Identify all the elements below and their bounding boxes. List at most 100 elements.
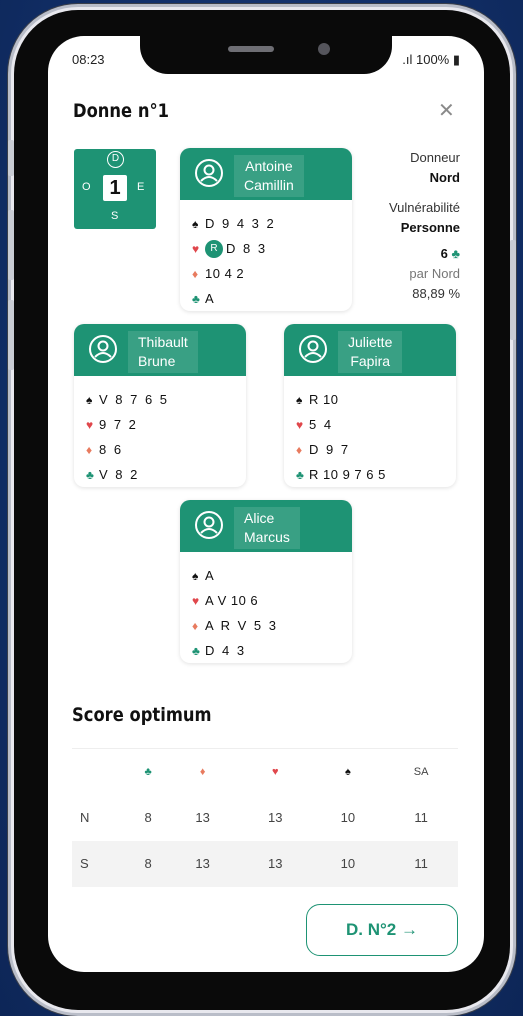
table-row: N 8 13 13 10 11 — [72, 795, 458, 841]
volume-up-button — [8, 210, 14, 280]
player-hand: ♠ D 9 4 3 2 ♥ R D 8 3 ♦ 10 4 2 ♣ A — [180, 200, 352, 311]
board-number: 1 — [103, 175, 127, 201]
score-table: ♣ ♦ ♥ ♠ SA N 8 13 13 10 11 S 8 13 13 10 … — [72, 748, 458, 887]
spades-cards: A — [205, 567, 216, 583]
player-header: Juliette Fapira — [284, 324, 456, 376]
player-last-name: Fapira — [350, 353, 391, 369]
diamonds-cards: D 9 7 — [309, 441, 351, 457]
volume-down-button — [8, 300, 14, 370]
player-north: Antoine Camillin ♠ D 9 4 3 2 ♥ R D 8 3 ♦ 10 … — [180, 148, 352, 311]
contract: 6 ♣ — [389, 244, 460, 264]
diamonds-row: ♦ 10 4 2 — [192, 261, 352, 286]
app-screen: 08:23 .ıl 100% ▮ Donne n°1 ✕ D 1 O E S A… — [48, 36, 484, 972]
hearts-cards: 9 7 2 — [99, 416, 138, 432]
spade-icon: ♠ — [296, 392, 303, 407]
spades-cards: V 8 7 6 5 — [99, 391, 170, 407]
mute-switch — [8, 140, 14, 176]
player-hand: ♠ A ♥ A V 10 6 ♦ A R V 5 3 ♣ D 4 3 — [180, 552, 352, 663]
clubs-cards: V 8 2 — [99, 466, 140, 482]
page-title: Donne n°1 — [73, 100, 169, 122]
percent-score: 88,89 % — [412, 286, 460, 301]
diamonds-row: ♦ A R V 5 3 — [192, 613, 352, 638]
vulnerability-label: Vulnérabilité — [388, 200, 460, 215]
clubs-row: ♣ A — [192, 286, 352, 311]
player-last-name: Marcus — [244, 529, 290, 545]
status-time: 08:23 — [72, 52, 105, 67]
spade-icon: ♠ — [311, 748, 385, 795]
header-sa: SA — [384, 748, 458, 795]
spades-row: ♠ V 8 7 6 5 — [86, 387, 246, 412]
deal-info: Donneur Nord Vulnérabilité Personne 6 ♣ … — [389, 148, 460, 304]
diamond-icon: ♦ — [166, 748, 239, 795]
spades-row: ♠ A — [192, 563, 352, 588]
hearts-cards: A V 10 6 — [205, 592, 259, 608]
clubs-cards: R 10 9 7 6 5 — [309, 466, 386, 482]
heart-icon: ♥ — [296, 417, 304, 432]
diamonds-cards: A R V 5 3 — [205, 617, 278, 633]
score-cell: 8 — [144, 810, 152, 825]
close-icon[interactable]: ✕ — [438, 98, 455, 123]
diamond-icon: ♦ — [192, 618, 199, 633]
player-last-name: Camillin — [244, 177, 294, 193]
heart-icon: ♥ — [192, 241, 200, 256]
diamond-icon: ♦ — [296, 442, 303, 457]
clubs-row: ♣ V 8 2 — [86, 462, 246, 487]
diamonds-row: ♦ D 9 7 — [296, 437, 456, 462]
signal-icon: .ıl — [402, 52, 416, 67]
hearts-row: ♥ R D 8 3 — [192, 236, 352, 261]
user-circle-icon — [89, 335, 117, 363]
score-cell: 10 — [340, 810, 356, 825]
score-cell: 13 — [268, 810, 283, 825]
spades-cards: D 9 4 3 2 — [205, 215, 276, 231]
score-cell: 11 — [384, 840, 458, 887]
seat-cell: S — [72, 840, 130, 887]
user-circle-icon — [299, 335, 327, 363]
player-header: Antoine Camillin — [180, 148, 352, 200]
next-deal-button[interactable]: D. N°2 → — [306, 904, 458, 956]
player-first-name: Juliette — [348, 334, 393, 350]
power-button — [510, 240, 516, 340]
vulnerability-value: Personne — [400, 220, 460, 235]
header-cell — [72, 748, 130, 795]
score-title: Score optimum — [72, 704, 212, 726]
club-icon: ♣ — [192, 291, 200, 306]
battery-icon: ▮ — [449, 52, 460, 67]
player-name: Juliette Fapira — [338, 331, 403, 373]
diamond-icon: ♦ — [86, 442, 93, 457]
player-header: Alice Marcus — [180, 500, 352, 552]
speaker — [228, 46, 274, 52]
spade-icon: ♠ — [192, 216, 199, 231]
clubs-row: ♣ D 4 3 — [192, 638, 352, 663]
user-circle-icon — [195, 159, 223, 187]
dealer-value: Nord — [429, 170, 460, 185]
west-label: O — [82, 181, 91, 193]
score-cell: 11 — [414, 810, 428, 825]
seat-cell: N — [80, 810, 90, 825]
player-hand: ♠ R 10 ♥ 5 4 ♦ D 9 7 ♣ R 10 9 7 6 5 — [284, 376, 456, 487]
club-icon: ♣ — [130, 748, 167, 795]
clubs-row: ♣ R 10 9 7 6 5 — [296, 462, 456, 487]
heart-icon: ♥ — [192, 593, 200, 608]
notch — [140, 18, 392, 74]
table-row: S 8 13 13 10 11 — [72, 840, 458, 887]
player-west: Thibault Brune ♠ V 8 7 6 5 ♥ 9 7 2 ♦ 8 6 ♣ V… — [74, 324, 246, 487]
score-cell: 13 — [238, 840, 312, 887]
hearts-row: ♥ 5 4 — [296, 412, 456, 437]
spades-row: ♠ D 9 4 3 2 — [192, 211, 352, 236]
east-label: E — [137, 181, 145, 193]
hearts-cards: 5 4 — [309, 416, 334, 432]
player-hand: ♠ V 8 7 6 5 ♥ 9 7 2 ♦ 8 6 ♣ V 8 2 — [74, 376, 246, 487]
spade-icon: ♠ — [86, 392, 93, 407]
r-badge: R — [205, 239, 223, 258]
player-first-name: Thibault — [138, 334, 188, 350]
player-name: Alice Marcus — [234, 507, 300, 549]
diamonds-cards: 10 4 2 — [205, 265, 245, 281]
contract-by: par Nord — [409, 266, 460, 281]
score-header-row: ♣ ♦ ♥ ♠ SA — [72, 748, 458, 795]
player-name: Antoine Camillin — [234, 155, 304, 197]
player-name: Thibault Brune — [128, 331, 198, 373]
club-icon: ♣ — [86, 467, 94, 482]
player-east: Juliette Fapira ♠ R 10 ♥ 5 4 ♦ D 9 7 ♣ R 10 … — [284, 324, 456, 487]
player-last-name: Brune — [138, 353, 176, 369]
club-icon: ♣ — [451, 246, 460, 261]
